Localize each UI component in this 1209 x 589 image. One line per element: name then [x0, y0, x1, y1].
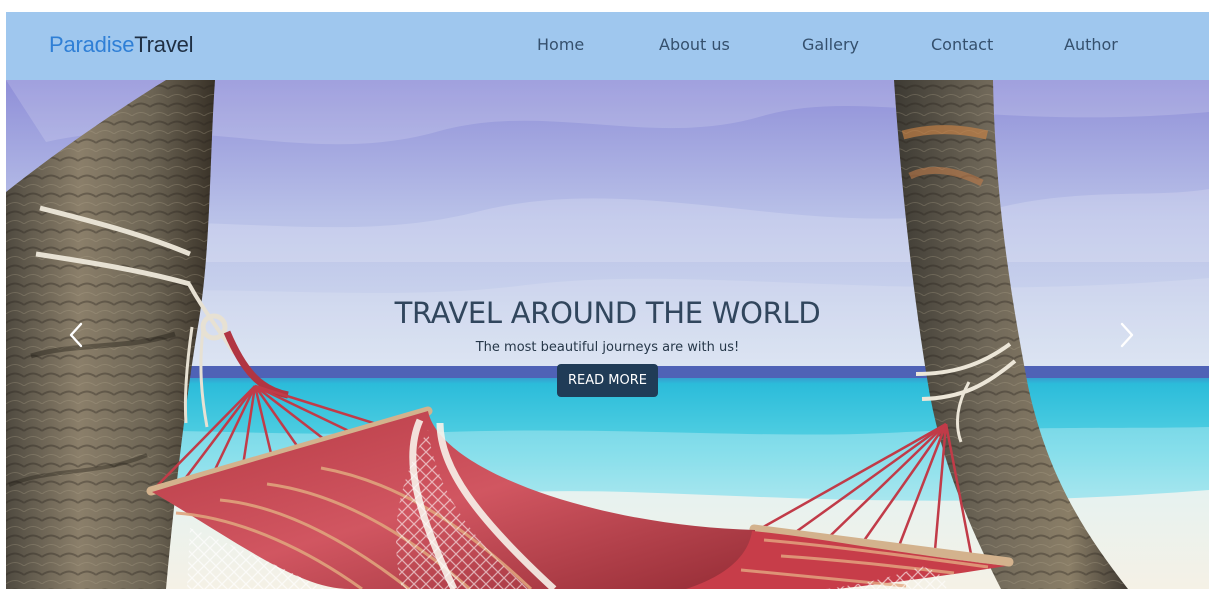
brand-logo[interactable]: ParadiseTravel	[49, 32, 194, 58]
hero-carousel: TRAVEL AROUND THE WORLD The most beautif…	[6, 80, 1209, 589]
nav-link-home[interactable]: Home	[537, 35, 584, 55]
nav-link-gallery[interactable]: Gallery	[802, 35, 859, 55]
brand-name-part-2: Travel	[134, 32, 194, 57]
hero-title: TRAVEL AROUND THE WORLD	[394, 296, 821, 330]
carousel-prev-button[interactable]	[62, 320, 92, 350]
page-frame: ParadiseTravel Home About us Gallery Con…	[6, 12, 1209, 589]
nav-link-about-us[interactable]: About us	[659, 35, 730, 55]
brand-name-part-1: Paradise	[49, 32, 135, 57]
chevron-left-icon	[69, 322, 83, 348]
nav-link-contact[interactable]: Contact	[931, 35, 993, 55]
read-more-button[interactable]: READ MORE	[557, 364, 658, 397]
hero-caption: TRAVEL AROUND THE WORLD The most beautif…	[6, 296, 1209, 397]
carousel-next-button[interactable]	[1111, 320, 1141, 350]
chevron-right-icon	[1120, 322, 1134, 348]
navbar: ParadiseTravel Home About us Gallery Con…	[6, 12, 1209, 80]
nav-link-author[interactable]: Author	[1064, 35, 1118, 55]
hero-subtitle: The most beautiful journeys are with us!	[475, 340, 740, 355]
